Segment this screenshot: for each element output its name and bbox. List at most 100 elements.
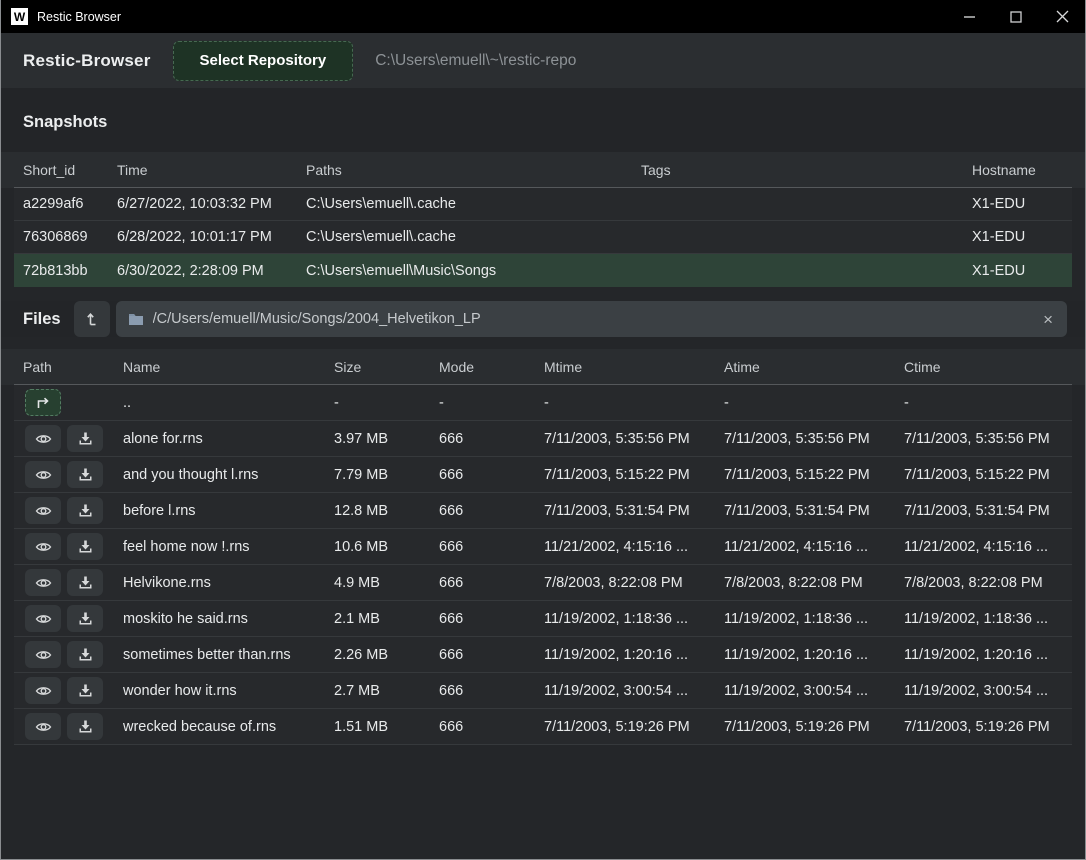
current-path-input[interactable]: /C/Users/emuell/Music/Songs/2004_Helveti… [116, 301, 1067, 337]
file-mode: 666 [439, 539, 544, 555]
minimize-button[interactable] [947, 0, 993, 33]
download-file-button[interactable] [67, 713, 103, 740]
file-row[interactable]: wrecked because of.rns 1.51 MB 666 7/11/… [14, 709, 1072, 745]
file-size: 3.97 MB [334, 431, 439, 447]
snapshot-hostname: X1-EDU [972, 229, 1072, 245]
eye-icon [35, 540, 52, 554]
download-icon [78, 539, 93, 554]
download-file-button[interactable] [67, 677, 103, 704]
file-row[interactable]: wonder how it.rns 2.7 MB 666 11/19/2002,… [14, 673, 1072, 709]
file-name: wrecked because of.rns [123, 719, 334, 735]
file-row[interactable]: moskito he said.rns 2.1 MB 666 11/19/200… [14, 601, 1072, 637]
file-ctime: 7/11/2003, 5:35:56 PM [904, 431, 1072, 447]
file-mtime: 11/19/2002, 1:20:16 ... [544, 647, 724, 663]
download-file-button[interactable] [67, 605, 103, 632]
col-hostname: Hostname [972, 162, 1072, 178]
corner-up-right-arrow-icon [35, 396, 51, 410]
snapshot-time: 6/30/2022, 2:28:09 PM [117, 263, 306, 279]
snapshot-time: 6/27/2022, 10:03:32 PM [117, 196, 306, 212]
go-parent-directory-button[interactable] [25, 389, 61, 416]
file-size: 2.26 MB [334, 647, 439, 663]
preview-file-button[interactable] [25, 533, 61, 560]
preview-file-button[interactable] [25, 461, 61, 488]
parent-directory-row[interactable]: .. - - - - - [14, 385, 1072, 421]
file-row[interactable]: Helvikone.rns 4.9 MB 666 7/8/2003, 8:22:… [14, 565, 1072, 601]
files-toolbar: Files /C/Users/emuell/Music/Songs/2004_H… [1, 301, 1085, 337]
download-file-button[interactable] [67, 569, 103, 596]
snapshot-row-selected[interactable]: 72b813bb 6/30/2022, 2:28:09 PM C:\Users\… [14, 254, 1072, 287]
file-mode: 666 [439, 431, 544, 447]
file-mtime: 7/11/2003, 5:19:26 PM [544, 719, 724, 735]
download-file-button[interactable] [67, 641, 103, 668]
select-repository-button[interactable]: Select Repository [173, 41, 354, 81]
close-button[interactable] [1039, 0, 1085, 33]
file-row[interactable]: alone for.rns 3.97 MB 666 7/11/2003, 5:3… [14, 421, 1072, 457]
repository-path: C:\Users\emuell\~\restic-repo [375, 52, 576, 70]
file-mtime: 7/8/2003, 8:22:08 PM [544, 575, 724, 591]
file-mtime: 11/19/2002, 3:00:54 ... [544, 683, 724, 699]
file-size: 10.6 MB [334, 539, 439, 555]
set-root-level-up-button[interactable] [74, 301, 110, 337]
file-row[interactable]: before l.rns 12.8 MB 666 7/11/2003, 5:31… [14, 493, 1072, 529]
preview-file-button[interactable] [25, 569, 61, 596]
eye-icon [35, 648, 52, 662]
file-row[interactable]: feel home now !.rns 10.6 MB 666 11/21/20… [14, 529, 1072, 565]
col-path: Path [23, 359, 123, 375]
preview-file-button[interactable] [25, 425, 61, 452]
file-name: before l.rns [123, 503, 334, 519]
file-name: feel home now !.rns [123, 539, 334, 555]
snapshots-table-header: Short_id Time Paths Tags Hostname [1, 152, 1085, 188]
download-file-button[interactable] [67, 497, 103, 524]
snapshot-paths: C:\Users\emuell\.cache [306, 229, 641, 245]
file-mode: 666 [439, 575, 544, 591]
file-mtime: 11/19/2002, 1:18:36 ... [544, 611, 724, 627]
clear-path-icon[interactable]: × [1041, 311, 1055, 328]
snapshot-short-id: 76306869 [23, 229, 117, 245]
file-mode: 666 [439, 611, 544, 627]
eye-icon [35, 612, 52, 626]
eye-icon [35, 504, 52, 518]
snapshots-table: Short_id Time Paths Tags Hostname a2299a… [1, 152, 1085, 287]
preview-file-button[interactable] [25, 713, 61, 740]
file-ctime: 11/19/2002, 1:18:36 ... [904, 611, 1072, 627]
folder-icon [128, 312, 144, 326]
file-size: 2.1 MB [334, 611, 439, 627]
maximize-button[interactable] [993, 0, 1039, 33]
snapshot-row[interactable]: a2299af6 6/27/2022, 10:03:32 PM C:\Users… [14, 188, 1072, 221]
file-name: moskito he said.rns [123, 611, 334, 627]
file-ctime: 11/19/2002, 1:20:16 ... [904, 647, 1072, 663]
eye-icon [35, 432, 52, 446]
file-atime: 7/11/2003, 5:19:26 PM [724, 719, 904, 735]
file-atime: 7/11/2003, 5:15:22 PM [724, 467, 904, 483]
eye-icon [35, 720, 52, 734]
preview-file-button[interactable] [25, 605, 61, 632]
download-file-button[interactable] [67, 461, 103, 488]
col-mtime: Mtime [544, 359, 724, 375]
maximize-icon [1010, 11, 1022, 23]
preview-file-button[interactable] [25, 677, 61, 704]
snapshot-row[interactable]: 76306869 6/28/2022, 10:01:17 PM C:\Users… [14, 221, 1072, 254]
snapshot-time: 6/28/2022, 10:01:17 PM [117, 229, 306, 245]
file-row[interactable]: sometimes better than.rns 2.26 MB 666 11… [14, 637, 1072, 673]
file-mode: 666 [439, 719, 544, 735]
snapshot-short-id: a2299af6 [23, 196, 117, 212]
file-row[interactable]: and you thought l.rns 7.79 MB 666 7/11/2… [14, 457, 1072, 493]
download-icon [78, 575, 93, 590]
file-mtime: 7/11/2003, 5:31:54 PM [544, 503, 724, 519]
file-ctime: 7/11/2003, 5:19:26 PM [904, 719, 1072, 735]
window-title: Restic Browser [37, 10, 121, 24]
col-size: Size [334, 359, 439, 375]
snapshot-paths: C:\Users\emuell\.cache [306, 196, 641, 212]
file-mode: 666 [439, 647, 544, 663]
files-title: Files [23, 310, 61, 329]
preview-file-button[interactable] [25, 641, 61, 668]
download-file-button[interactable] [67, 533, 103, 560]
file-mtime: - [544, 395, 724, 411]
download-file-button[interactable] [67, 425, 103, 452]
col-atime: Atime [724, 359, 904, 375]
preview-file-button[interactable] [25, 497, 61, 524]
eye-icon [35, 576, 52, 590]
file-mtime: 7/11/2003, 5:15:22 PM [544, 467, 724, 483]
file-name: alone for.rns [123, 431, 334, 447]
file-name: .. [123, 395, 334, 411]
